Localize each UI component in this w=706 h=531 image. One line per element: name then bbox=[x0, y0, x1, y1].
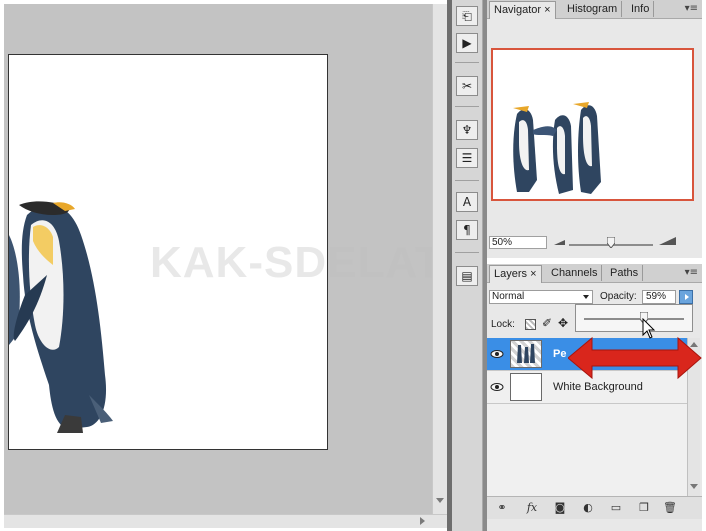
penguins-thumbnail bbox=[513, 102, 601, 194]
actions-icon[interactable]: ▶ bbox=[456, 33, 478, 53]
delete-layer-icon[interactable]: 🗑 bbox=[663, 501, 677, 515]
tab-label: Histogram bbox=[567, 3, 618, 15]
navigator-panel: Navigator × Histogram Info ▾≡ 50% bbox=[487, 0, 702, 258]
chevron-down-icon bbox=[583, 295, 589, 299]
lock-move-icon[interactable]: ✥ bbox=[558, 316, 568, 330]
lock-paint-icon[interactable]: ✐ bbox=[542, 316, 552, 330]
watermark-text: KAK-SDELAT bbox=[150, 238, 443, 287]
history-icon[interactable]: ⎗ bbox=[456, 6, 478, 26]
close-icon[interactable]: × bbox=[530, 268, 536, 280]
divider bbox=[455, 252, 479, 253]
divider bbox=[455, 180, 479, 181]
horizontal-scrollbar[interactable] bbox=[4, 514, 447, 528]
character-icon[interactable]: A bbox=[456, 192, 478, 212]
layer-style-icon[interactable]: fx bbox=[525, 501, 539, 515]
panel-menu-icon[interactable]: ▾≡ bbox=[685, 267, 698, 278]
new-layer-icon[interactable]: ❐ bbox=[637, 501, 651, 515]
add-mask-icon[interactable]: ◙ bbox=[553, 501, 567, 515]
visibility-eye-icon[interactable] bbox=[490, 380, 504, 394]
adjustment-layer-icon[interactable]: ◐ bbox=[581, 501, 595, 515]
zoom-level-field[interactable]: 50% bbox=[489, 236, 547, 249]
opacity-slider-toggle[interactable] bbox=[679, 290, 693, 304]
mouse-cursor-icon bbox=[642, 318, 656, 339]
zoom-slider-thumb[interactable] bbox=[607, 237, 615, 248]
paragraph-icon[interactable]: ¶ bbox=[456, 220, 478, 240]
scroll-down-arrow-icon[interactable] bbox=[436, 498, 444, 503]
zoom-out-icon[interactable] bbox=[554, 238, 566, 246]
new-group-icon[interactable]: ▭ bbox=[609, 501, 623, 515]
scroll-down-arrow-icon[interactable] bbox=[690, 484, 698, 489]
opacity-slider-track[interactable] bbox=[584, 318, 684, 320]
double-arrow-annotation-icon bbox=[568, 336, 702, 380]
link-layers-icon[interactable]: ⚭ bbox=[495, 501, 509, 515]
layers-tabbar: Layers × Channels Paths ▾≡ bbox=[487, 264, 702, 283]
clone-source-icon[interactable]: ♆ bbox=[456, 120, 478, 140]
tab-layers[interactable]: Layers × bbox=[489, 265, 542, 283]
navigator-preview[interactable] bbox=[491, 48, 694, 201]
tab-navigator[interactable]: Navigator × bbox=[489, 1, 556, 19]
tab-histogram[interactable]: Histogram bbox=[563, 1, 623, 17]
navigator-tabbar: Navigator × Histogram Info ▾≡ bbox=[487, 0, 702, 19]
tab-info[interactable]: Info bbox=[627, 1, 655, 17]
layer-comps-icon[interactable]: ☰ bbox=[456, 148, 478, 168]
layers-footer-toolbar: ⚭ fx ◙ ◐ ▭ ❐ 🗑 bbox=[487, 496, 702, 519]
opacity-slider-popup[interactable] bbox=[575, 304, 693, 332]
tab-label: Channels bbox=[551, 267, 598, 279]
layer-name: White Background bbox=[553, 381, 643, 393]
chevron-right-icon bbox=[685, 294, 689, 300]
vertical-scrollbar[interactable] bbox=[432, 4, 448, 514]
layers-panel: Layers × Channels Paths ▾≡ Normal Opacit… bbox=[487, 264, 702, 531]
zoom-in-icon[interactable] bbox=[659, 236, 677, 246]
layer-thumbnail bbox=[510, 373, 542, 401]
tools-preset-icon[interactable]: ✂ bbox=[456, 76, 478, 96]
divider bbox=[455, 106, 479, 107]
tab-label: Paths bbox=[610, 267, 639, 279]
layer-thumbnail bbox=[510, 340, 542, 368]
blend-mode-select[interactable]: Normal bbox=[489, 290, 593, 304]
panel-icon-strip: ⎗ ▶ ✂ ♆ ☰ A ¶ ▤ bbox=[452, 0, 483, 531]
tab-paths[interactable]: Paths bbox=[606, 265, 644, 281]
divider bbox=[455, 62, 479, 63]
layer-name: Pe bbox=[553, 348, 567, 360]
opacity-label: Opacity: bbox=[600, 291, 637, 302]
tab-label: Layers bbox=[494, 268, 528, 280]
notes-icon[interactable]: ▤ bbox=[456, 266, 478, 286]
penguins-thumb-icon bbox=[517, 344, 535, 363]
tab-label: Info bbox=[631, 3, 650, 15]
scroll-right-arrow-icon[interactable] bbox=[420, 517, 425, 525]
close-icon[interactable]: × bbox=[544, 4, 550, 16]
lock-transparent-icon[interactable] bbox=[525, 319, 536, 330]
panel-menu-icon[interactable]: ▾≡ bbox=[685, 3, 698, 14]
tab-label: Navigator bbox=[494, 4, 542, 16]
visibility-eye-icon[interactable] bbox=[490, 347, 504, 361]
blend-mode-value: Normal bbox=[492, 291, 525, 302]
navigator-zoom-bar: 50% bbox=[487, 232, 702, 252]
lock-label: Lock: bbox=[491, 319, 515, 330]
opacity-input[interactable]: 59% bbox=[642, 290, 676, 304]
tab-channels[interactable]: Channels bbox=[547, 265, 603, 281]
